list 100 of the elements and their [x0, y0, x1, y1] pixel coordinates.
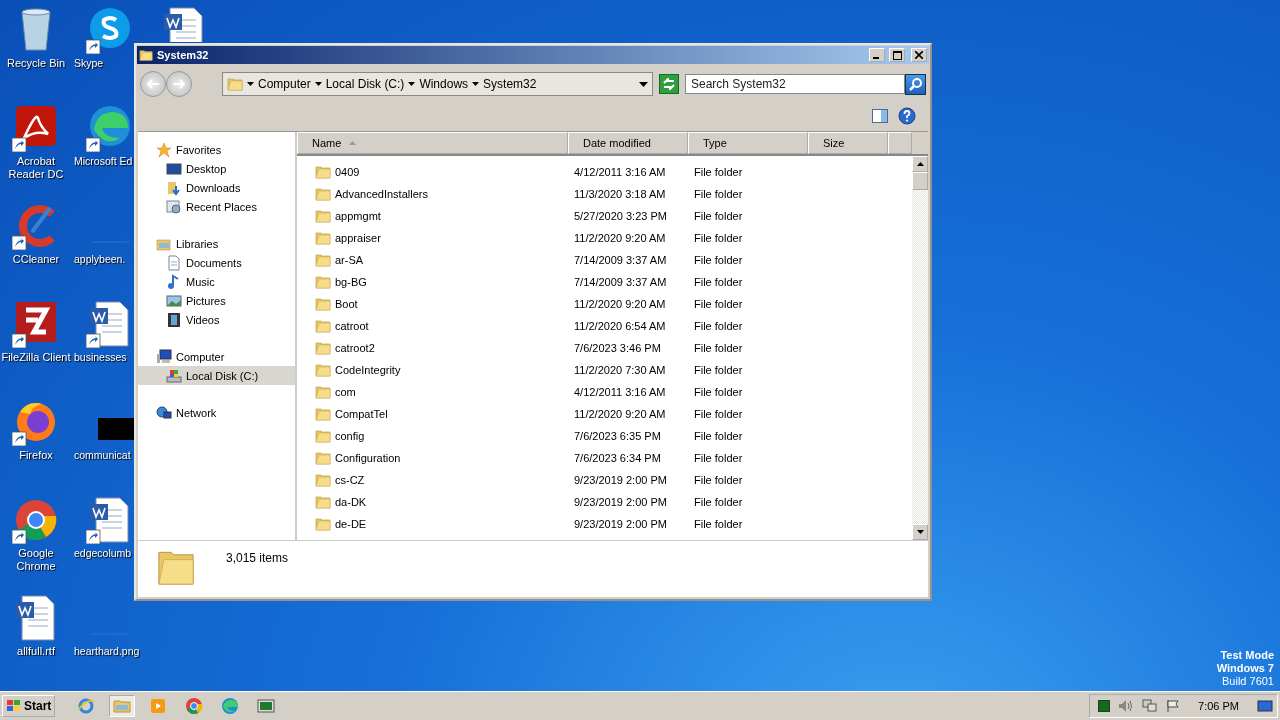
globe-computer-icon: [156, 404, 172, 421]
scroll-up-button[interactable]: [912, 156, 928, 172]
minimize-button[interactable]: [869, 48, 885, 62]
desktop-icon-label[interactable]: Recycle Bin: [6, 57, 66, 70]
desktop-icon-label[interactable]: hearthard.png: [74, 645, 140, 658]
file-name[interactable]: da-DK: [335, 496, 367, 508]
nav-item[interactable]: Network: [138, 403, 295, 422]
desktop-icon-label[interactable]: FileZilla Client: [1, 351, 71, 364]
maximize-button[interactable]: [889, 48, 905, 62]
file-name[interactable]: AdvancedInstallers: [335, 188, 428, 200]
column-header[interactable]: Name: [297, 132, 568, 154]
address-bar[interactable]: Computer Local Disk (C:) Windows System32: [222, 72, 653, 96]
folder-icon: [315, 362, 331, 378]
search-button[interactable]: [905, 73, 926, 95]
tray-app-icon[interactable]: [1098, 700, 1111, 712]
type-cell-text: File folder: [693, 320, 744, 332]
desktop-icon-label[interactable]: Firefox: [19, 449, 53, 462]
desktop-icon-label[interactable]: CCleaner: [12, 253, 60, 266]
file-name[interactable]: appmgmt: [335, 210, 381, 222]
nav-item[interactable]: Favorites: [138, 140, 295, 159]
type-cell-text: File folder: [693, 210, 744, 222]
breadcrumb[interactable]: Computer: [258, 77, 311, 91]
breadcrumb[interactable]: Windows: [419, 77, 469, 91]
folder-icon: [315, 516, 331, 532]
desktop-icon-label[interactable]: applybeen.: [74, 253, 126, 266]
show-desktop-icon[interactable]: [1257, 699, 1273, 713]
file-name[interactable]: com: [335, 386, 356, 398]
nav-item[interactable]: Desktop: [138, 159, 295, 178]
chevron-icon[interactable]: [314, 82, 322, 86]
breadcrumb[interactable]: System32: [483, 77, 537, 91]
download-folder-icon: [166, 179, 182, 196]
file-name[interactable]: appraiser: [335, 232, 381, 244]
date-cell-text: 7/6/2023 3:46 PM: [573, 342, 662, 354]
desktop-icon-label[interactable]: edgecolumb: [74, 547, 132, 560]
nav-item[interactable]: Local Disk (C:): [138, 366, 295, 385]
refresh-button[interactable]: [659, 74, 679, 94]
search-icon: [908, 77, 923, 91]
file-name[interactable]: cs-CZ: [335, 474, 365, 486]
desktop-icon-label[interactable]: Google Chrome: [1, 547, 71, 573]
scroll-down-button[interactable]: [912, 524, 928, 540]
start-button[interactable]: Start: [2, 695, 56, 717]
dropdown-caret-icon[interactable]: [639, 81, 648, 87]
date-cell-text: 11/2/2020 9:20 AM: [573, 408, 667, 420]
type-cell-text: File folder: [693, 254, 744, 266]
close-button[interactable]: [911, 48, 927, 62]
chevron-icon[interactable]: [247, 82, 254, 86]
nav-item[interactable]: Libraries: [138, 234, 295, 253]
scrollbar[interactable]: [912, 156, 928, 540]
speaker-icon[interactable]: [1118, 699, 1135, 713]
chevron-icon[interactable]: [472, 82, 480, 86]
file-name[interactable]: de-DE: [335, 518, 367, 530]
flag-icon[interactable]: [1166, 699, 1181, 713]
file-name[interactable]: ar-SA: [335, 254, 364, 266]
desktop-icon-label[interactable]: Acrobat Reader DC: [1, 155, 71, 181]
date-cell-text: 7/6/2023 6:35 PM: [573, 430, 662, 442]
desktop-icon-label[interactable]: communicat: [74, 449, 131, 462]
desktop-icon-label[interactable]: allfull.rtf: [17, 645, 55, 658]
nav-item[interactable]: Computer: [138, 347, 295, 366]
date-cell-text: 7/14/2009 3:37 AM: [573, 254, 668, 266]
file-name[interactable]: Configuration: [335, 452, 401, 464]
folder-icon: [315, 252, 331, 268]
nav-item[interactable]: Videos: [138, 310, 295, 329]
column-header[interactable]: Size: [808, 132, 888, 154]
nav-item[interactable]: Downloads: [138, 178, 295, 197]
file-name[interactable]: catroot: [335, 320, 369, 332]
type-cell-text: File folder: [693, 452, 744, 464]
column-header[interactable]: Type: [688, 132, 808, 154]
file-name[interactable]: CompatTel: [335, 408, 388, 420]
desktop-icon-label[interactable]: Microsoft Ed: [74, 155, 133, 168]
date-cell-text: 9/23/2019 2:00 PM: [573, 474, 668, 486]
desktop-icon-label[interactable]: businesses: [74, 351, 127, 364]
help-button[interactable]: [898, 107, 916, 125]
nav-item[interactable]: Recent Places: [138, 197, 295, 216]
network-icon[interactable]: [1142, 699, 1159, 713]
folder-icon: [315, 186, 331, 202]
file-name[interactable]: bg-BG: [335, 276, 367, 288]
scroll-thumb[interactable]: [912, 172, 928, 190]
chevron-icon[interactable]: [408, 82, 416, 86]
type-cell-text: File folder: [693, 408, 744, 420]
type-cell-text: File folder: [693, 232, 744, 244]
file-name[interactable]: CodeIntegrity: [335, 364, 401, 376]
preview-pane-button[interactable]: [872, 109, 888, 123]
help-icon: [898, 107, 916, 125]
window-title: System32: [157, 49, 210, 61]
search-field[interactable]: Search System32: [685, 74, 905, 94]
back-button[interactable]: [140, 71, 166, 97]
forward-button[interactable]: [166, 71, 192, 97]
nav-item[interactable]: Pictures: [138, 291, 295, 310]
file-name[interactable]: 0409: [335, 166, 360, 178]
close-icon: [915, 51, 923, 59]
file-name[interactable]: Boot: [335, 298, 358, 310]
file-name[interactable]: config: [335, 430, 365, 442]
nav-item[interactable]: Documents: [138, 253, 295, 272]
file-name[interactable]: catroot2: [335, 342, 375, 354]
breadcrumb[interactable]: Local Disk (C:): [325, 77, 405, 91]
nav-item[interactable]: Music: [138, 272, 295, 291]
column-header[interactable]: Date modified: [568, 132, 688, 154]
picture-icon: [166, 292, 182, 309]
desktop-icon-label[interactable]: Skype: [74, 57, 104, 70]
clock[interactable]: 7:06 PM: [1198, 700, 1239, 712]
